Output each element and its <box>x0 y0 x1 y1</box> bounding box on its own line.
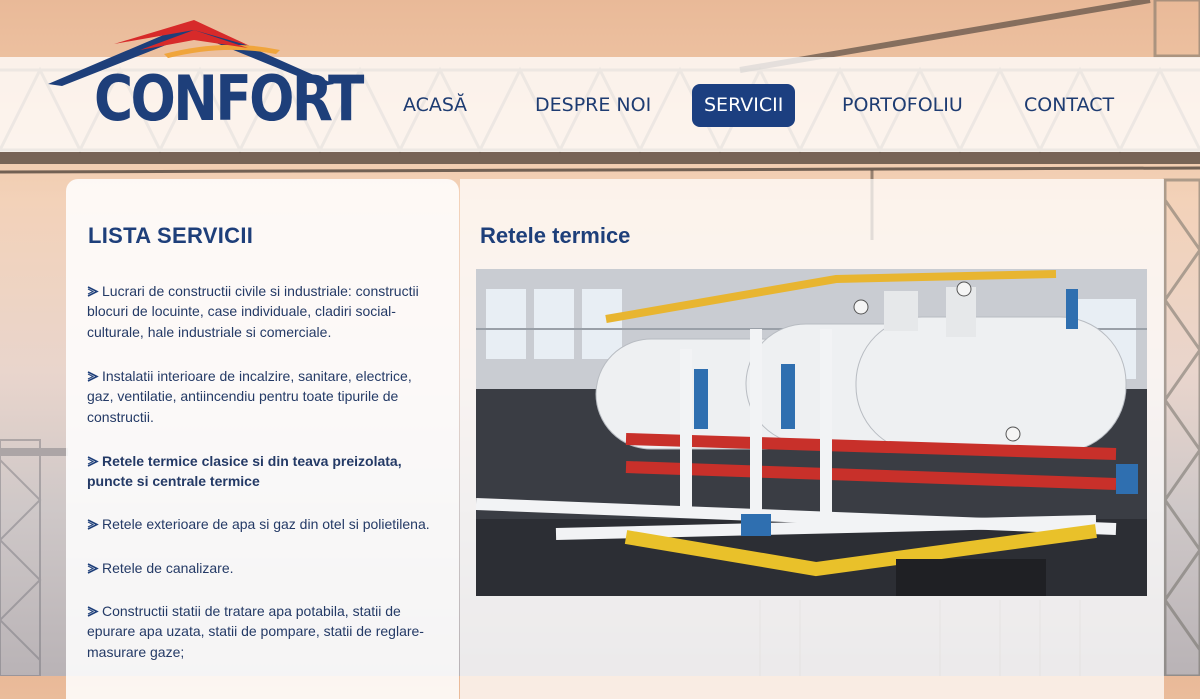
service-item-text: Lucrari de constructii civile si industr… <box>87 283 419 340</box>
nav-item-despre-noi[interactable]: DESPRE NOI <box>523 84 663 127</box>
logo-wordmark: CONFORT <box>94 62 364 135</box>
confort-logo[interactable]: CONFORT <box>44 16 364 136</box>
service-item[interactable]: Lucrari de constructii civile si industr… <box>87 281 432 342</box>
arrow-bullet-icon <box>87 515 100 530</box>
arrow-bullet-icon <box>87 367 100 382</box>
sidebar-title: LISTA SERVICII <box>88 223 254 248</box>
service-item-text: Constructii statii de tratare apa potabi… <box>87 603 424 660</box>
nav-item-portofoliu[interactable]: PORTOFOLIU <box>830 84 975 127</box>
nav-item-contact[interactable]: CONTACT <box>1012 84 1126 127</box>
services-sidebar: LISTA SERVICII Lucrari de constructii ci… <box>66 179 459 699</box>
main-content: Retele termice <box>460 179 1164 699</box>
arrow-bullet-icon <box>87 602 100 617</box>
arrow-bullet-icon <box>87 452 100 467</box>
nav-item-acasa[interactable]: ACASĂ <box>391 84 479 127</box>
service-item-text: Retele de canalizare. <box>102 560 234 576</box>
service-item[interactable]: Instalatii interioare de incalzire, sani… <box>87 366 432 427</box>
page-title: Retele termice <box>480 223 631 248</box>
arrow-bullet-icon <box>87 559 100 574</box>
service-item[interactable]: Retele exterioare de apa si gaz din otel… <box>87 514 432 534</box>
service-item-text: Retele termice clasice si din teava prei… <box>87 453 402 490</box>
service-item-active[interactable]: Retele termice clasice si din teava prei… <box>87 451 432 492</box>
service-item[interactable]: Retele de canalizare. <box>87 558 432 578</box>
service-item[interactable]: Constructii statii de tratare apa potabi… <box>87 601 432 662</box>
service-item-text: Instalatii interioare de incalzire, sani… <box>87 368 412 425</box>
arrow-bullet-icon <box>87 282 100 297</box>
service-item-text: Retele exterioare de apa si gaz din otel… <box>102 516 430 532</box>
nav-item-servicii[interactable]: SERVICII <box>692 84 796 127</box>
heating-plant-photo <box>476 269 1147 596</box>
